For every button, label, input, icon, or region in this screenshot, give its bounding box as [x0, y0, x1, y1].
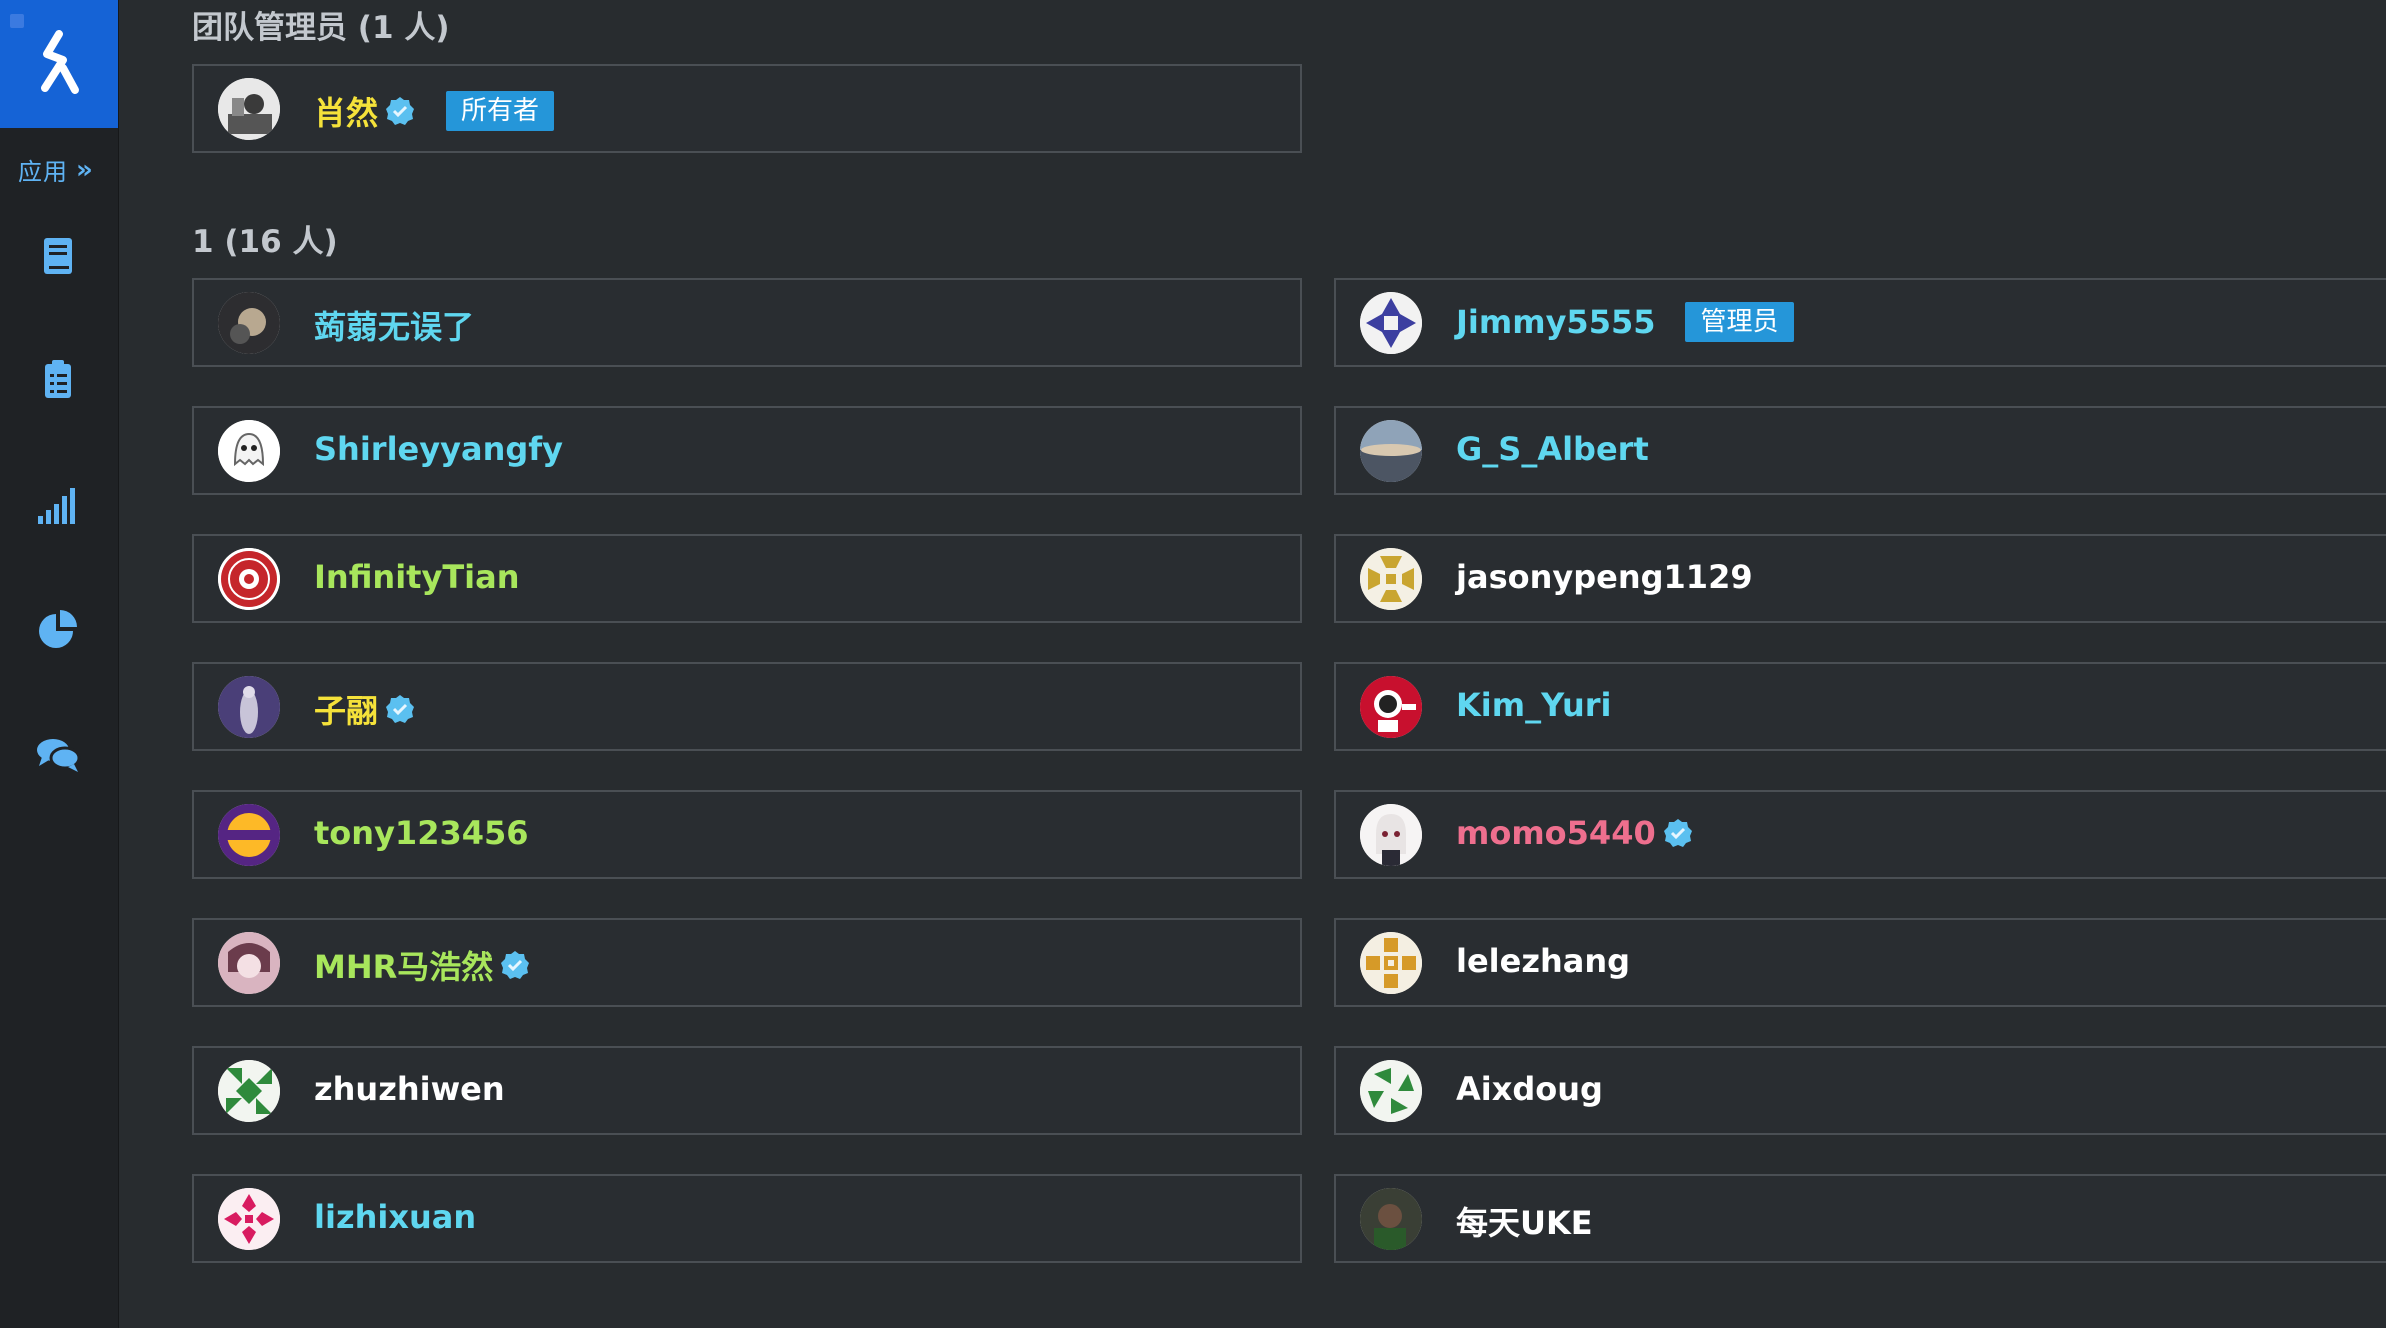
team-members-panel: 团队管理员 (1 人) 肖然 所有者 1 (16 人) 蒟蒻无误了 Jimmy5… [150, 0, 2386, 1328]
avatar[interactable] [218, 292, 280, 354]
member-name[interactable]: Kim_Yuri [1456, 686, 1611, 724]
member-card-owner[interactable]: 肖然 所有者 [192, 64, 1302, 153]
avatar[interactable] [1360, 420, 1422, 482]
avatar[interactable] [218, 1060, 280, 1122]
member-name[interactable]: 每天UKE [1456, 1198, 1593, 1244]
member-name[interactable]: MHR马浩然 [314, 942, 493, 988]
avatar[interactable] [218, 420, 280, 482]
avatar[interactable] [218, 932, 280, 994]
clipboard-icon[interactable] [34, 356, 82, 404]
avatar[interactable] [218, 676, 280, 738]
member-card[interactable]: lelezhang [1334, 918, 2386, 1007]
avatar[interactable] [1360, 548, 1422, 610]
verified-icon [386, 695, 415, 723]
avatar[interactable] [1360, 804, 1422, 866]
double-chevron-right-icon: » [76, 154, 94, 185]
member-name[interactable]: jasonypeng1129 [1456, 558, 1753, 596]
member-name[interactable]: InfinityTian [314, 558, 519, 596]
verified-icon [386, 97, 415, 125]
apps-label: 应用 [18, 158, 68, 186]
admins-section-title: 团队管理员 (1 人) [192, 10, 450, 46]
member-card[interactable]: 每天UKE [1334, 1174, 2386, 1263]
member-name[interactable]: Jimmy5555 [1456, 303, 1655, 341]
role-badge-owner: 所有者 [446, 91, 555, 131]
member-card[interactable]: Shirleyyangfy [192, 406, 1302, 495]
comments-icon[interactable] [34, 730, 82, 778]
member-card[interactable]: 子翮 [192, 662, 1302, 751]
member-card[interactable]: MHR马浩然 [192, 918, 1302, 1007]
sidebar: 应用 » [0, 0, 119, 1328]
member-name[interactable]: lizhixuan [314, 1198, 476, 1236]
signal-bars-icon[interactable] [34, 482, 82, 530]
member-name[interactable]: 子翮 [314, 686, 378, 732]
app-logo[interactable] [0, 0, 118, 128]
avatar[interactable] [218, 804, 280, 866]
member-card[interactable]: InfinityTian [192, 534, 1302, 623]
role-badge-admin: 管理员 [1685, 302, 1794, 342]
verified-icon [1663, 819, 1692, 847]
member-card[interactable]: Kim_Yuri [1334, 662, 2386, 751]
apps-menu-toggle[interactable]: 应用 » [18, 152, 94, 187]
member-card[interactable]: Aixdoug [1334, 1046, 2386, 1135]
member-name[interactable]: tony123456 [314, 814, 529, 852]
member-name[interactable]: G_S_Albert [1456, 430, 1649, 468]
member-card[interactable]: zhuzhiwen [192, 1046, 1302, 1135]
avatar[interactable] [218, 548, 280, 610]
member-card[interactable]: tony123456 [192, 790, 1302, 879]
avatar[interactable] [1360, 1060, 1422, 1122]
book-icon[interactable] [34, 232, 82, 280]
member-card[interactable]: 蒟蒻无误了 [192, 278, 1302, 367]
member-card[interactable]: G_S_Albert [1334, 406, 2386, 495]
pie-chart-icon[interactable] [34, 606, 82, 654]
member-name[interactable]: zhuzhiwen [314, 1070, 505, 1108]
avatar[interactable] [218, 78, 280, 140]
member-card[interactable]: Jimmy5555 管理员 [1334, 278, 2386, 367]
member-card[interactable]: jasonypeng1129 [1334, 534, 2386, 623]
member-name[interactable]: lelezhang [1456, 942, 1630, 980]
member-name-row: 肖然 所有者 [314, 88, 555, 134]
avatar[interactable] [1360, 292, 1422, 354]
avatar[interactable] [218, 1188, 280, 1250]
avatar[interactable] [1360, 676, 1422, 738]
member-name[interactable]: 蒟蒻无误了 [314, 302, 474, 348]
member-card[interactable]: momo5440 [1334, 790, 2386, 879]
team-section-title: 1 (16 人) [192, 224, 338, 260]
avatar[interactable] [1360, 932, 1422, 994]
member-name[interactable]: Aixdoug [1456, 1070, 1603, 1108]
logo-corner-mark [10, 14, 24, 28]
member-name[interactable]: 肖然 [314, 88, 378, 134]
member-name[interactable]: Shirleyyangfy [314, 430, 563, 468]
member-card[interactable]: lizhixuan [192, 1174, 1302, 1263]
verified-icon [501, 951, 530, 979]
avatar[interactable] [1360, 1188, 1422, 1250]
logo-icon [41, 30, 79, 94]
member-name[interactable]: momo5440 [1456, 814, 1656, 852]
